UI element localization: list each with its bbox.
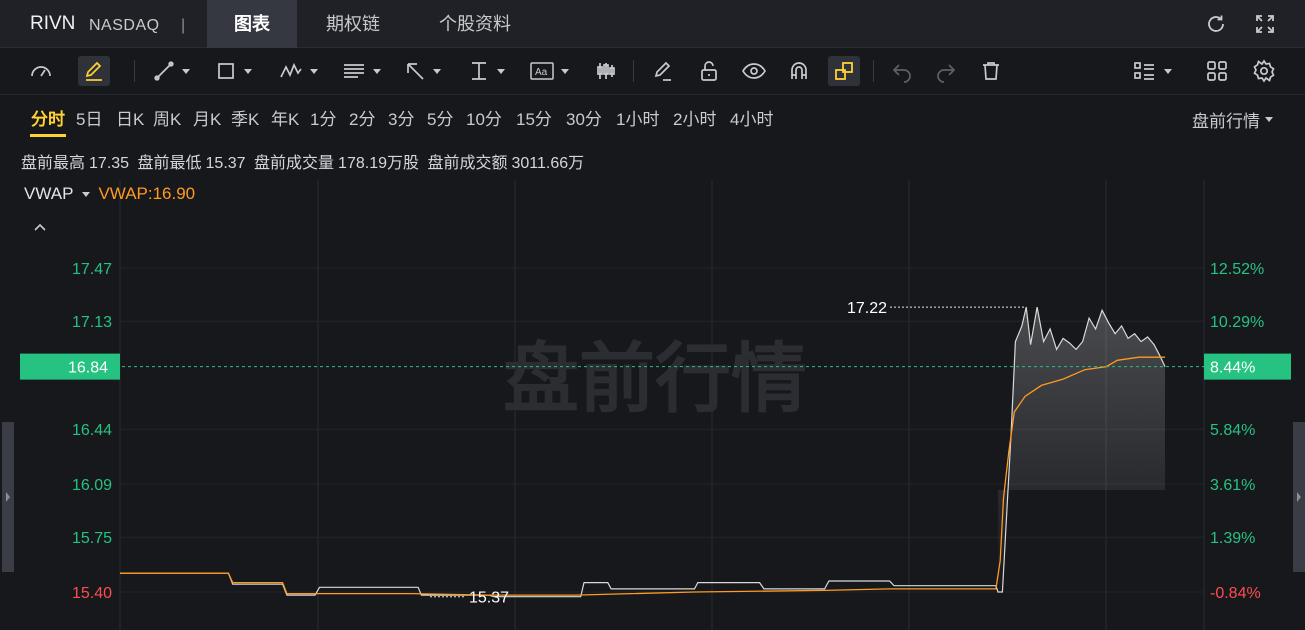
price-tick-label: 15.75 [72,530,112,547]
indicator-value: VWAP:16.90 [98,184,196,203]
collapse-up-icon[interactable] [33,219,47,237]
session-select-label: 盘前行情 [1192,112,1260,131]
y-axis-price: 17.47 17.13 16.44 16.09 15.75 15.40 [72,261,112,602]
premarket-stats: 盘前最高 17.35 盘前最低 15.37 盘前成交量 178.19万股 盘前成交额 3… [21,149,588,173]
text-label-icon[interactable]: Aa [529,56,569,86]
percent-tick-label: -0.84% [1210,585,1261,602]
candlestick-icon[interactable] [594,56,618,86]
redo-icon[interactable] [934,56,958,86]
current-price-tag: 16.84 [68,360,108,377]
volume-label: 盘前成交量 [254,155,335,172]
unlock-icon[interactable] [697,56,721,86]
period-2min[interactable]: 2分 [349,105,375,130]
period-10min[interactable]: 10分 [466,105,502,130]
period-1hour[interactable]: 1小时 [616,105,659,130]
period-1min[interactable]: 1分 [310,105,336,130]
indicator-dropdown-icon[interactable] [82,191,91,197]
chart-watermark: 盘前行情 [503,334,807,423]
settings-gear-icon[interactable] [1252,56,1276,86]
right-panel-handle[interactable] [1293,422,1305,572]
toolbar-divider [134,60,135,82]
period-15min[interactable]: 15分 [516,105,552,130]
text-tool-label: Aa [535,67,548,78]
low-marker-label: 15.37 [469,590,509,607]
eye-icon[interactable] [741,56,767,86]
exchange-name: NASDAQ [89,17,160,34]
price-tick-label: 16.44 [72,422,112,439]
volume-value: 178.19万股 [338,155,419,172]
fullscreen-icon[interactable] [1253,12,1277,36]
header-separator: | [181,17,186,34]
period-yearly[interactable]: 年K [271,105,299,130]
turnover-label: 盘前成交额 [427,155,508,172]
rectangle-icon[interactable] [214,56,252,86]
left-panel-handle[interactable] [2,422,14,572]
price-tick-label: 16.09 [72,477,112,494]
indicator-name[interactable]: VWAP [24,184,73,204]
period-3min[interactable]: 3分 [388,105,414,130]
gauge-icon[interactable] [28,56,54,86]
period-monthly[interactable]: 月K [193,105,221,130]
turnover-value: 3011.66万 [511,155,585,172]
percent-tick-label: 3.61% [1210,477,1255,494]
period-weekly[interactable]: 周K [153,105,181,130]
wave-pattern-icon[interactable] [278,56,318,86]
toolbar-divider [633,60,634,82]
arrow-icon[interactable] [403,56,441,86]
draw-pen-icon[interactable] [78,56,110,86]
session-select[interactable]: 盘前行情 [1192,107,1273,132]
period-2hour[interactable]: 2小时 [673,105,716,130]
period-intraday[interactable]: 分时 [31,105,65,130]
intraday-chart[interactable]: 盘前行情 17.47 17.13 16.44 16.09 15.75 15.40 12.5… [0,180,1305,630]
period-4hour[interactable]: 4小时 [730,105,773,130]
list-settings-icon[interactable] [1132,56,1172,86]
top-bar: RIVN NASDAQ | 图表 期权链 个股资料 [0,0,1305,48]
price-tick-label: 17.47 [72,261,112,278]
chevron-down-icon [1265,117,1273,122]
low-value: 15.37 [205,155,246,172]
percent-tick-label: 5.84% [1210,422,1255,439]
eraser-pencil-icon[interactable] [651,56,675,86]
tab-chart[interactable]: 图表 [207,0,297,48]
tab-stock-profile[interactable]: 个股资料 [410,0,540,48]
current-change-tag: 8.44% [1210,360,1255,377]
grid-layout-icon[interactable] [1205,56,1229,86]
trash-icon[interactable] [979,56,1003,86]
y-axis-percent: 12.52% 10.29% 5.84% 3.61% 1.39% -0.84% [1210,261,1264,602]
high-label: 盘前最高 [21,155,86,172]
tab-option-chain[interactable]: 期权链 [300,0,406,48]
period-5min[interactable]: 5分 [427,105,453,130]
price-area-fill [998,307,1165,592]
link-icon[interactable] [828,56,860,86]
refresh-icon[interactable] [1204,12,1228,36]
price-tick-label: 17.13 [72,314,112,331]
low-label: 盘前最低 [137,155,202,172]
stock-symbol: RIVN [30,13,76,34]
indicator-row: VWAP VWAP:16.90 [24,184,195,204]
trend-line-icon[interactable] [152,56,190,86]
active-period-underline [30,134,66,137]
period-5day[interactable]: 5日 [76,105,102,130]
period-daily[interactable]: 日K [116,105,144,130]
vertical-range-icon[interactable] [467,56,505,86]
percent-tick-label: 12.52% [1210,261,1264,278]
percent-tick-label: 1.39% [1210,530,1255,547]
magnet-icon[interactable] [787,56,811,86]
period-quarterly[interactable]: 季K [231,105,259,130]
toolbar-divider [873,60,874,82]
high-marker-label: 17.22 [847,300,887,317]
drawing-toolbar: Aa [0,48,1305,94]
period-selector: 分时 5日 日K 周K 月K 季K 年K 1分 2分 3分 5分 10分 15分… [0,94,1305,140]
fib-channel-icon[interactable] [341,56,381,86]
high-value: 17.35 [89,155,130,172]
percent-tick-label: 10.29% [1210,314,1264,331]
undo-icon[interactable] [890,56,914,86]
period-30min[interactable]: 30分 [566,105,602,130]
price-tick-label: 15.40 [72,585,112,602]
